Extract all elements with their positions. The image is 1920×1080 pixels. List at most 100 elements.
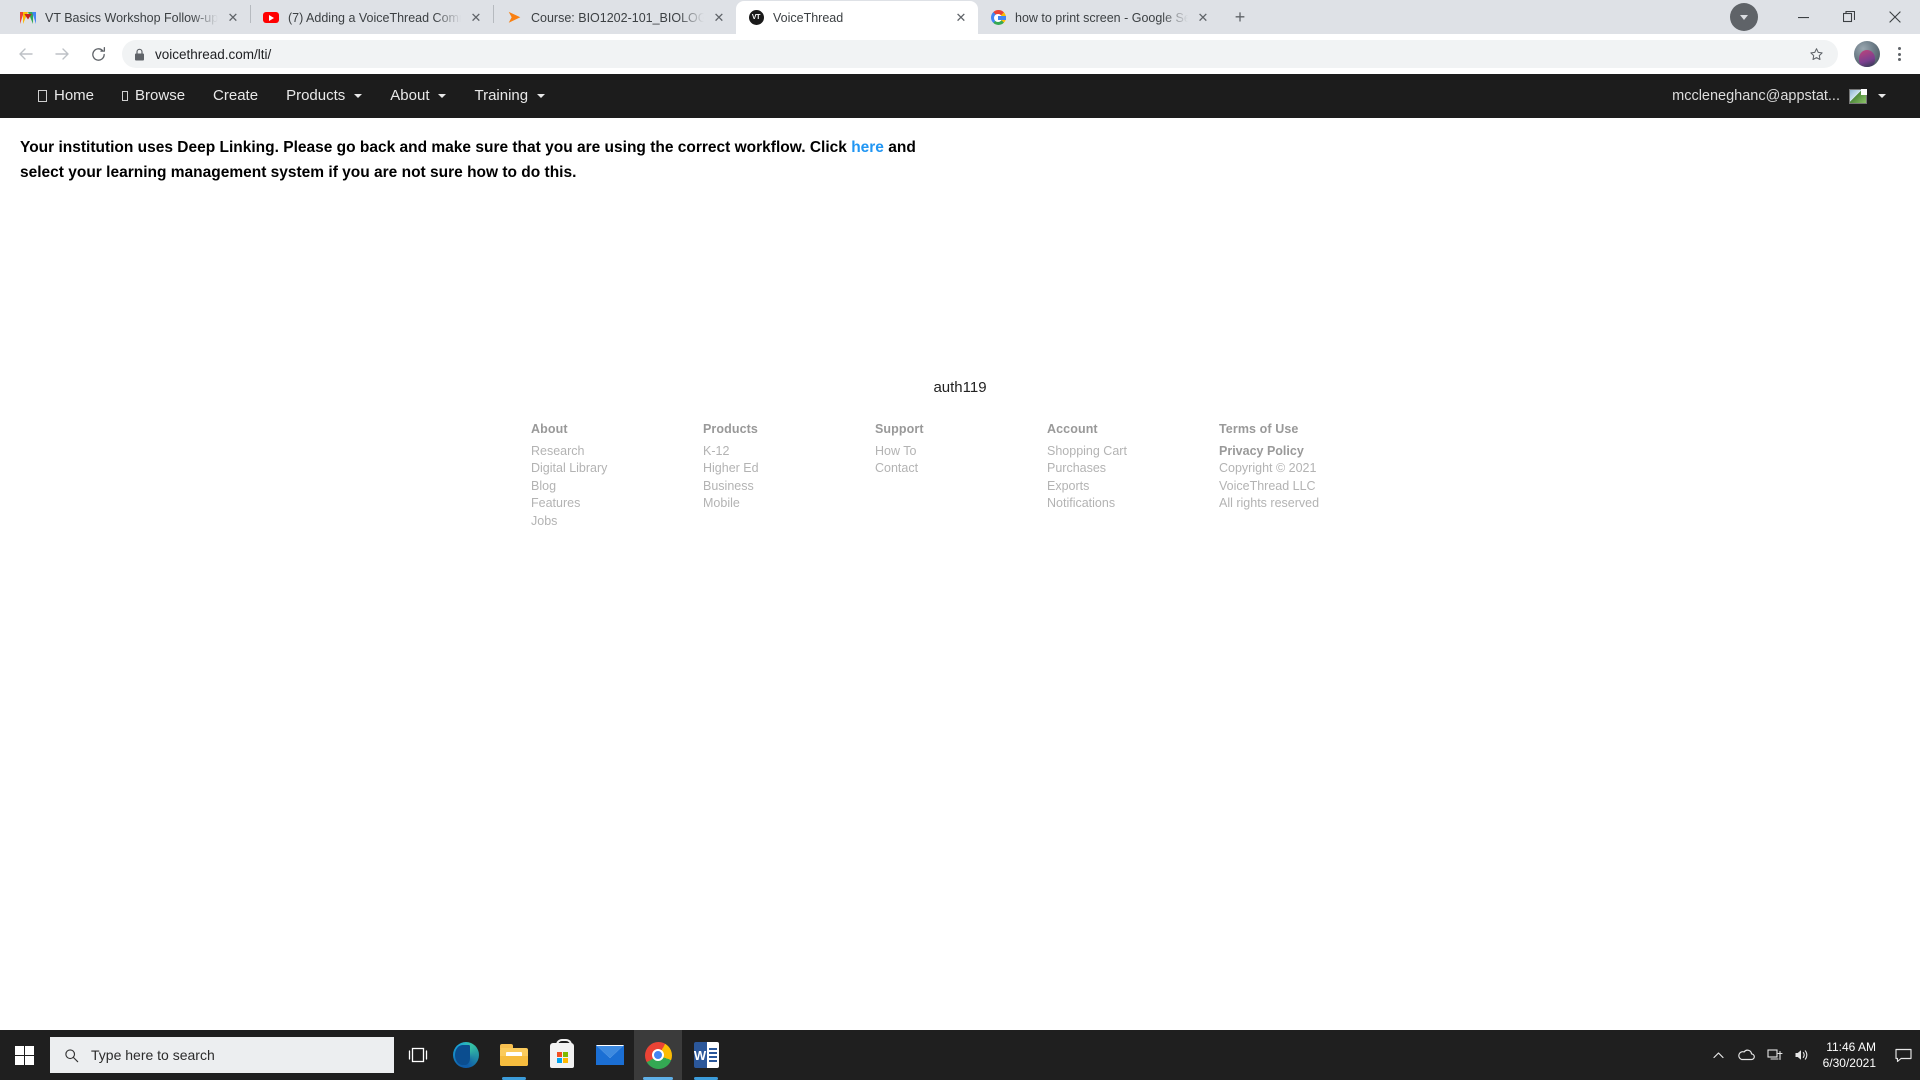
site-nav-links: Home Browse Create Products About Traini… — [24, 74, 559, 118]
nav-label: Products — [286, 87, 346, 104]
footer-link[interactable]: Business — [703, 478, 875, 496]
footer-link[interactable]: Higher Ed — [703, 460, 875, 478]
mail-icon[interactable] — [586, 1030, 634, 1080]
missing-glyph-icon — [38, 90, 47, 102]
user-email: mccleneghanc@appstat... — [1672, 88, 1840, 104]
voicethread-icon: VT — [748, 10, 764, 26]
footer-heading: Terms of Use — [1219, 422, 1299, 436]
close-window-button[interactable] — [1872, 1, 1918, 33]
nav-item-browse[interactable]: Browse — [108, 74, 199, 118]
file-explorer-icon[interactable] — [490, 1030, 538, 1080]
browser-tab[interactable]: how to print screen - Google Sea ✕ — [978, 1, 1220, 34]
new-tab-button[interactable]: + — [1226, 3, 1254, 31]
browser-tab[interactable]: ➤ Course: BIO1202-101_BIOLOGY II ✕ — [494, 1, 736, 34]
missing-glyph-icon — [122, 91, 129, 101]
task-view-icon[interactable] — [394, 1030, 442, 1080]
site-navbar: Home Browse Create Products About Traini… — [0, 74, 1920, 118]
footer-link[interactable]: Features — [531, 495, 703, 513]
browser-tab[interactable]: VT Basics Workshop Follow-up - ✕ — [8, 1, 250, 34]
taskbar-clock[interactable]: 11:46 AM 6/30/2021 — [1817, 1039, 1886, 1071]
footer-link[interactable]: How To — [875, 443, 1047, 461]
footer-link[interactable]: Contact — [875, 460, 1047, 478]
taskbar-search-input[interactable]: Type here to search — [50, 1037, 394, 1073]
footer-link[interactable]: Blog — [531, 478, 703, 496]
footer-text: Copyright © 2021 — [1219, 461, 1317, 475]
site-footer: About Research Digital Library Blog Feat… — [0, 422, 1920, 530]
avatar[interactable] — [1854, 41, 1880, 67]
windows-start-icon[interactable] — [0, 1030, 48, 1080]
moodle-icon: ➤ — [507, 9, 521, 26]
nav-item-about[interactable]: About — [376, 74, 460, 118]
tab-strip: VT Basics Workshop Follow-up - ✕ (7) Add… — [0, 0, 1920, 34]
profile-chip-icon[interactable] — [1730, 3, 1758, 31]
close-icon[interactable]: ✕ — [467, 9, 485, 27]
onedrive-icon[interactable] — [1733, 1030, 1761, 1080]
browser-menu-button[interactable] — [1886, 39, 1912, 69]
footer-link[interactable]: Purchases — [1047, 460, 1219, 478]
footer-column-account: Account Shopping Cart Purchases Exports … — [1047, 422, 1219, 530]
minimize-button[interactable] — [1780, 1, 1826, 33]
footer-link[interactable]: Privacy Policy — [1219, 443, 1399, 461]
tab-title: Course: BIO1202-101_BIOLOGY II — [531, 10, 704, 25]
footer-link[interactable]: Notifications — [1047, 495, 1219, 513]
footer-link[interactable]: Mobile — [703, 495, 875, 513]
gmail-icon — [20, 10, 36, 26]
maximize-button[interactable] — [1826, 1, 1872, 33]
nav-label: Browse — [135, 87, 186, 104]
search-icon — [64, 1048, 79, 1063]
reload-icon[interactable] — [83, 39, 113, 69]
chevron-down-icon — [537, 94, 546, 98]
footer-column-products: Products K-12 Higher Ed Business Mobile — [703, 422, 875, 530]
tab-title: VoiceThread — [773, 10, 844, 25]
chevron-down-icon — [1878, 94, 1886, 98]
footer-link[interactable]: Jobs — [531, 513, 703, 531]
close-icon[interactable]: ✕ — [952, 9, 970, 27]
footer-column-about: About Research Digital Library Blog Feat… — [531, 422, 703, 530]
url-text: voicethread.com/lti/ — [155, 46, 272, 62]
nav-item-training[interactable]: Training — [460, 74, 559, 118]
nav-item-home[interactable]: Home — [24, 74, 108, 118]
footer-link[interactable]: K-12 — [703, 443, 875, 461]
address-bar[interactable]: voicethread.com/lti/ — [122, 40, 1838, 68]
edge-icon[interactable] — [442, 1030, 490, 1080]
alert-text-part1: Your institution uses Deep Linking. Plea… — [20, 139, 852, 156]
lock-icon — [134, 48, 145, 61]
close-icon[interactable]: ✕ — [710, 9, 728, 27]
close-icon[interactable]: ✕ — [1194, 9, 1212, 27]
footer-heading: Account — [1047, 422, 1098, 436]
network-icon[interactable] — [1761, 1030, 1789, 1080]
chrome-icon[interactable] — [634, 1030, 682, 1080]
browser-tab[interactable]: (7) Adding a VoiceThread Comme ✕ — [251, 1, 493, 34]
nav-item-products[interactable]: Products — [272, 74, 376, 118]
clock-date: 6/30/2021 — [1822, 1056, 1876, 1070]
word-icon[interactable]: W — [682, 1030, 730, 1080]
window-controls — [1730, 0, 1920, 34]
footer-link[interactable]: Shopping Cart — [1047, 443, 1219, 461]
bookmark-star-icon[interactable] — [1809, 47, 1824, 62]
microsoft-store-icon[interactable] — [538, 1030, 586, 1080]
footer-link[interactable]: Exports — [1047, 478, 1219, 496]
footer-link[interactable]: Digital Library — [531, 460, 703, 478]
footer-heading: About — [531, 422, 568, 436]
nav-item-create[interactable]: Create — [199, 74, 272, 118]
site-account-menu[interactable]: mccleneghanc@appstat... — [1672, 88, 1896, 104]
forward-arrow-icon[interactable] — [47, 39, 77, 69]
footer-link[interactable]: Research — [531, 443, 703, 461]
nav-label: Home — [54, 87, 95, 104]
nav-label: Training — [474, 87, 529, 104]
volume-icon[interactable] — [1789, 1030, 1817, 1080]
back-arrow-icon[interactable] — [11, 39, 41, 69]
youtube-icon — [263, 10, 279, 26]
auth-code-text: auth119 — [933, 379, 987, 396]
browser-tab-active[interactable]: VT VoiceThread ✕ — [736, 1, 978, 34]
action-center-icon[interactable] — [1886, 1030, 1920, 1080]
show-hidden-icons[interactable] — [1705, 1030, 1733, 1080]
close-icon[interactable]: ✕ — [224, 9, 242, 27]
navigation-toolbar: voicethread.com/lti/ — [0, 34, 1920, 74]
nav-label: About — [390, 87, 430, 104]
here-link[interactable]: here — [851, 139, 884, 156]
page-viewport: Home Browse Create Products About Traini… — [0, 74, 1920, 1030]
deep-linking-alert: Your institution uses Deep Linking. Plea… — [0, 118, 970, 185]
taskbar-app-icons: W — [442, 1030, 730, 1080]
tab-title: how to print screen - Google Sea — [1015, 10, 1188, 25]
